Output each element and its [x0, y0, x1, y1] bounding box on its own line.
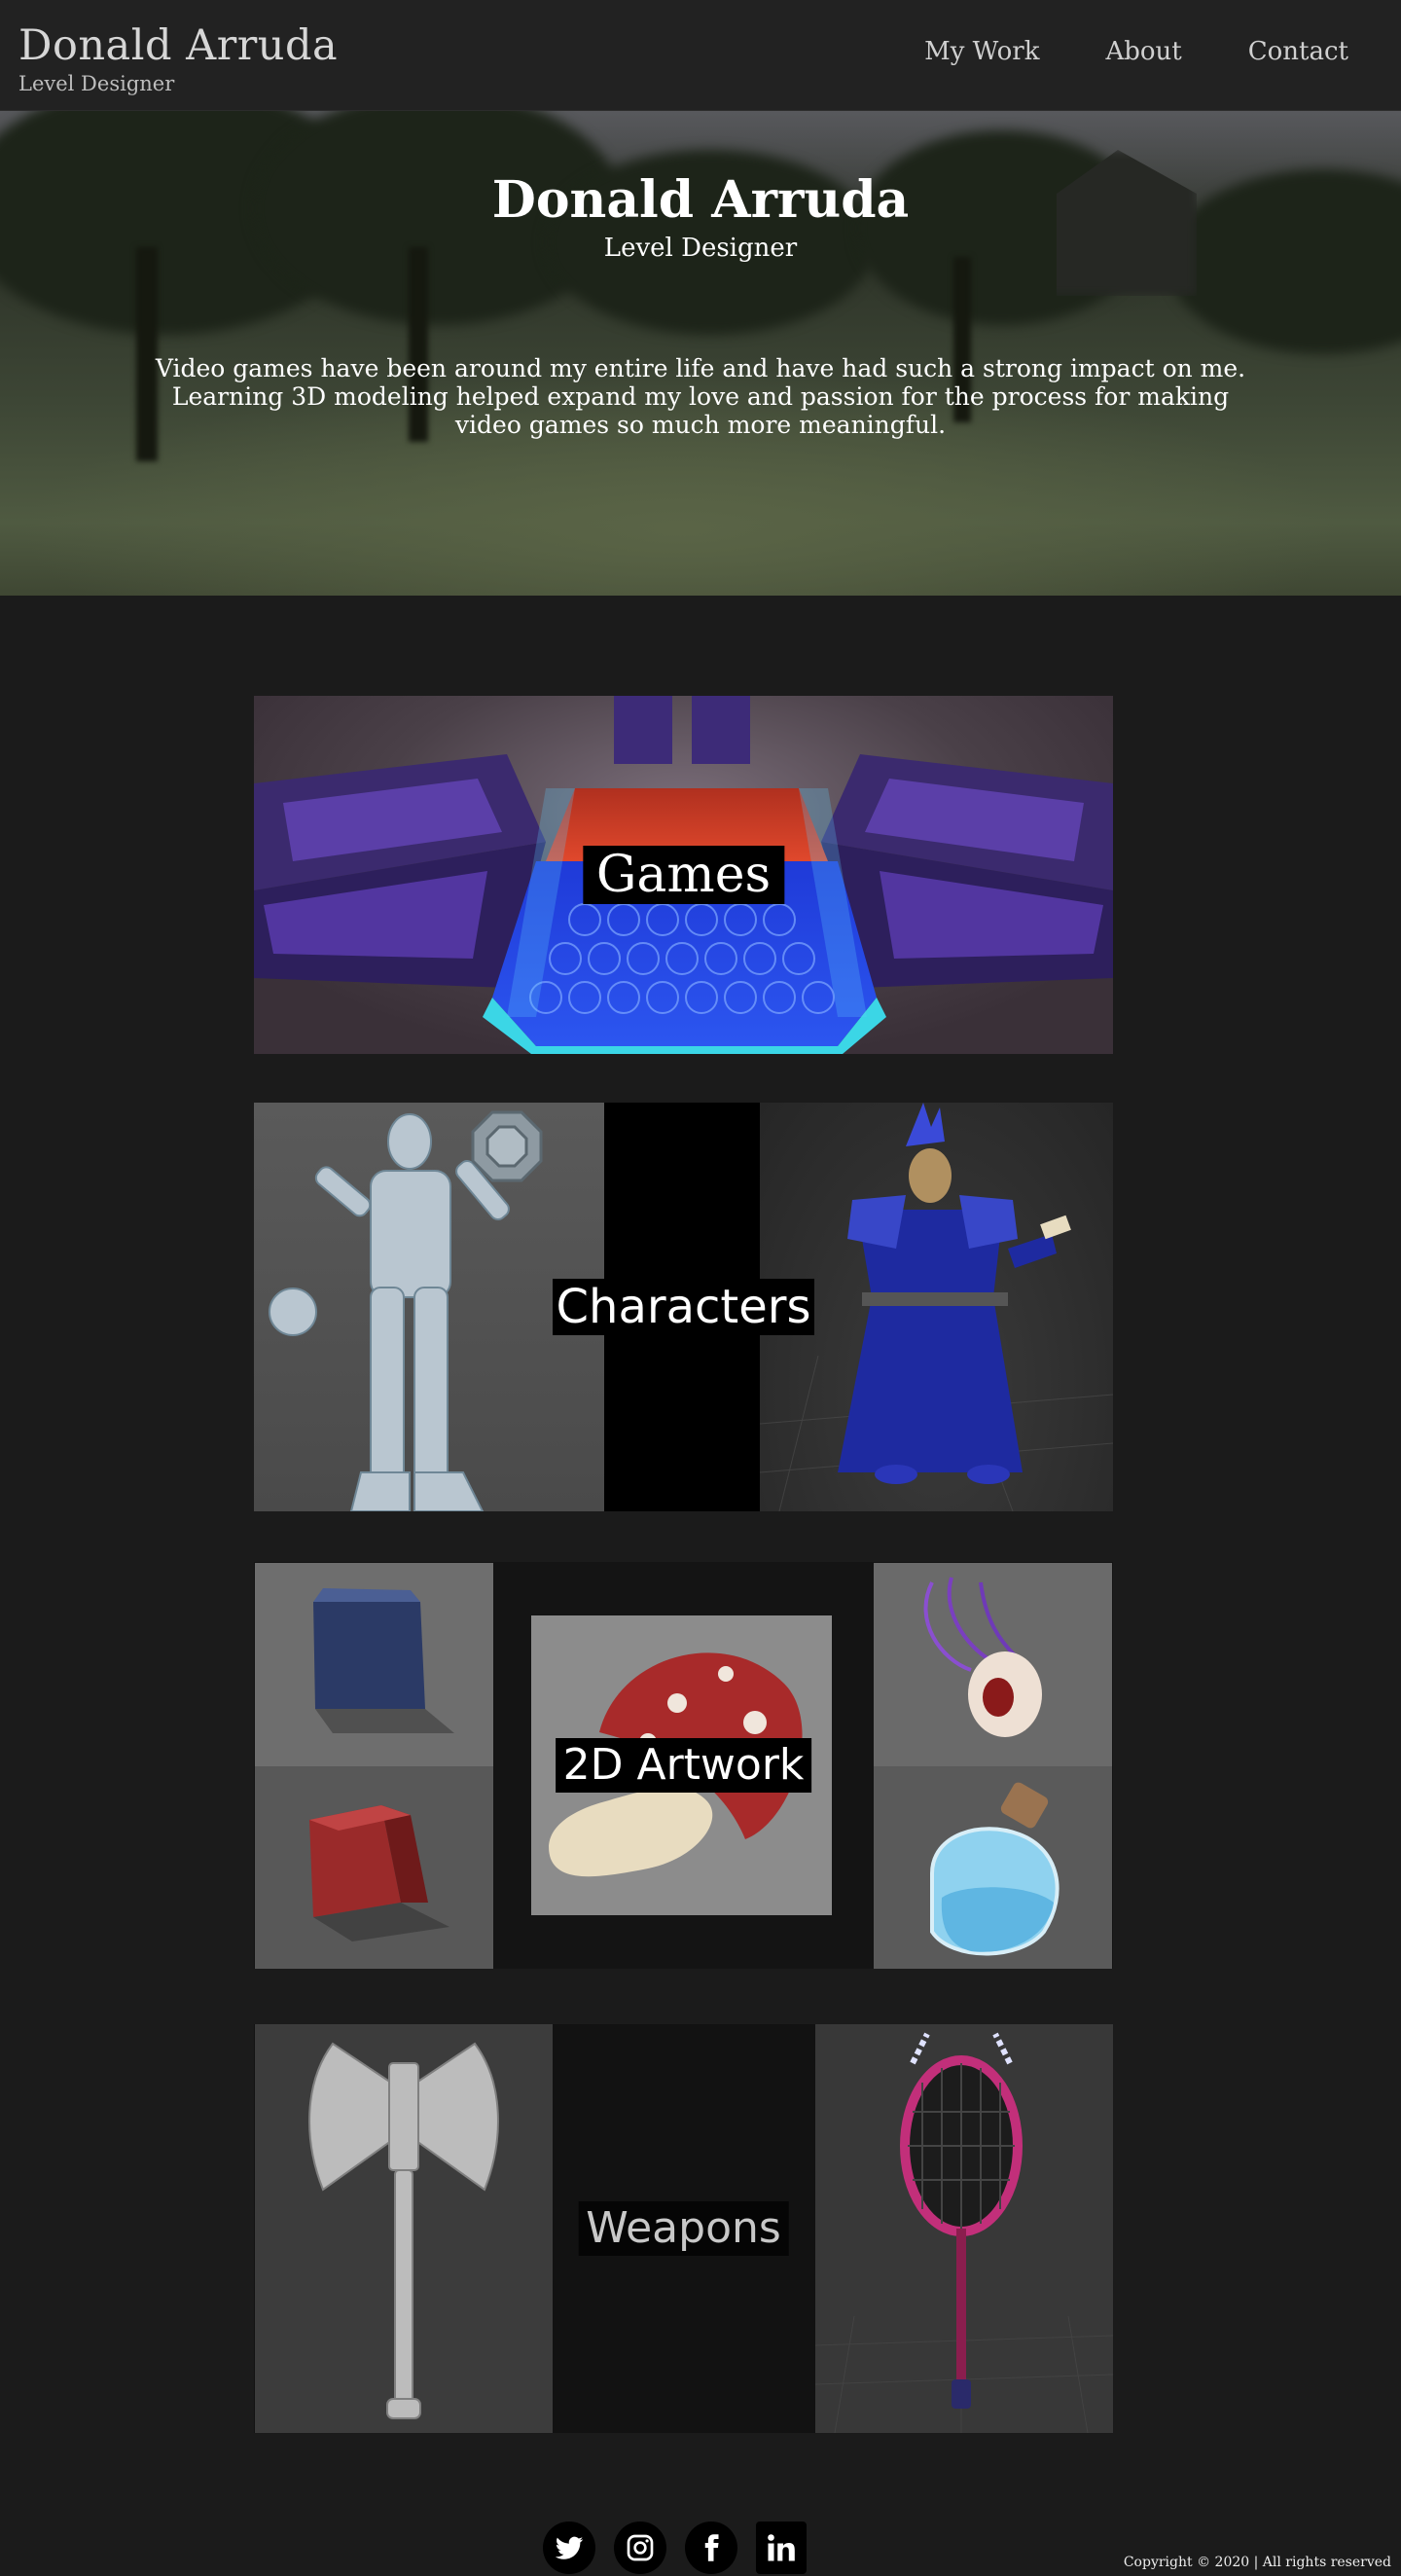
main-nav: My Work About Contact: [924, 39, 1348, 64]
red-cube-image: [309, 1805, 449, 1941]
hero-blurb: Video games have been around my entire l…: [155, 354, 1246, 439]
blue-cube-tile: [255, 1563, 493, 1766]
potion-tile: [874, 1766, 1112, 1969]
artwork-card[interactable]: 2D Artwork: [254, 1562, 1113, 1969]
copyright-text: Copyright © 2020 | All rights reserved: [1123, 2555, 1391, 2570]
instagram-icon: [627, 2534, 654, 2561]
hero-subtitle: Level Designer: [603, 234, 798, 263]
social-links: [543, 2522, 807, 2574]
linkedin-icon: [768, 2534, 795, 2561]
artwork-label: 2D Artwork: [555, 1738, 812, 1793]
potion-image: [930, 1782, 1060, 1956]
nav-about[interactable]: About: [1105, 39, 1181, 64]
facebook-icon: [704, 2534, 719, 2561]
weapons-label: Weapons: [578, 2201, 789, 2256]
racket-panel: [814, 2024, 1113, 2433]
site-subtitle: Level Designer: [18, 72, 175, 95]
site-header: Donald Arruda Level Designer My Work Abo…: [0, 0, 1401, 111]
site-title[interactable]: Donald Arruda: [18, 25, 338, 67]
blue-cube-image: [313, 1588, 454, 1733]
nav-contact[interactable]: Contact: [1248, 39, 1348, 64]
twitter-icon: [555, 2536, 584, 2559]
characters-label: Characters: [552, 1279, 815, 1335]
instagram-link[interactable]: [614, 2522, 666, 2574]
games-card[interactable]: Games: [254, 696, 1113, 1054]
linkedin-link[interactable]: [756, 2522, 807, 2574]
hero-title: Donald Arruda: [491, 170, 910, 230]
facebook-link[interactable]: [685, 2522, 737, 2574]
hero-banner: Donald Arruda Level Designer Video games…: [0, 111, 1401, 596]
games-label: Games: [582, 846, 785, 904]
eyeball-image: [923, 1577, 1042, 1737]
nav-my-work[interactable]: My Work: [924, 39, 1039, 64]
eyeball-tile: [874, 1563, 1112, 1766]
battle-axe-image: [308, 2042, 499, 2419]
twitter-link[interactable]: [543, 2522, 595, 2574]
weapons-card[interactable]: Weapons: [254, 2024, 1113, 2433]
racket-image: [814, 2032, 1113, 2433]
axe-panel: [255, 2024, 553, 2433]
characters-card[interactable]: Characters: [254, 1103, 1113, 1511]
red-cube-tile: [255, 1766, 493, 1969]
